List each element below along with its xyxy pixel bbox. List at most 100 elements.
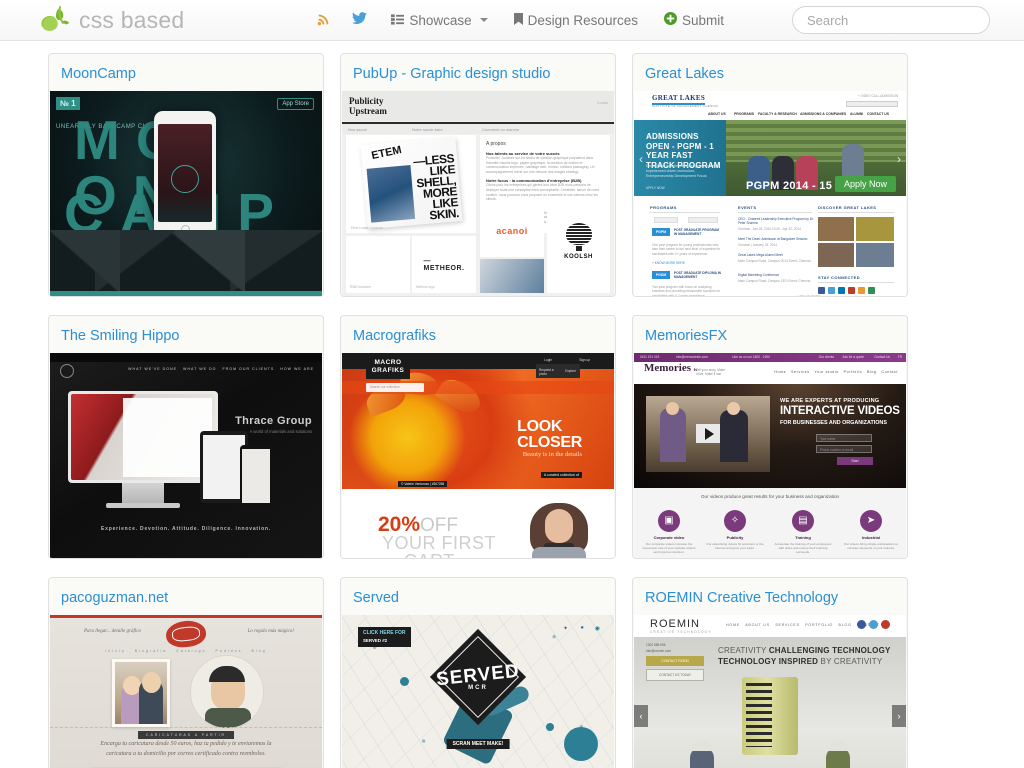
googleplus-icon: [881, 620, 890, 629]
man-hair: [209, 666, 245, 682]
linkedin-icon: [838, 287, 845, 294]
card-title-link[interactable]: PubUp - Graphic design studio: [341, 54, 615, 91]
balloon-basket-icon: [575, 246, 582, 251]
nav-submit[interactable]: Submit: [651, 0, 737, 41]
chevron-down-icon: [479, 18, 488, 22]
nav-showcase[interactable]: Showcase: [378, 0, 500, 41]
man-torso: [205, 708, 251, 728]
card-title-link[interactable]: MemoriesFX: [633, 316, 907, 353]
site-header: Publicity Upstream Contact: [342, 91, 614, 121]
card-thumbnail-pacoguzman[interactable]: Para llegar... detalle gráfico Lo regalo…: [50, 615, 322, 768]
hero-poster-tile: ETEM —LESS LIKE SHELL, MORE LIKE SKIN. E…: [346, 135, 476, 233]
content-columns: PROGRAMS PGPM POST GRADUATE PROGRAM IN M…: [634, 199, 906, 296]
nav-design-resources-label: Design Resources: [527, 12, 638, 28]
search-input[interactable]: [793, 7, 989, 33]
hero-contact-field: Phone number or email: [816, 445, 872, 453]
nav-item-1: PROGRAMS: [734, 112, 754, 116]
search-box: [792, 6, 990, 34]
nav-item-2: Your studio: [814, 370, 839, 374]
poster: ETEM —LESS LIKE SHELL, MORE LIKE SKIN.: [360, 137, 463, 229]
card-title-link[interactable]: MoonCamp: [49, 54, 323, 91]
topbar-phone: 0411 191 019: [640, 355, 660, 359]
card-thumbnail-macrografiks[interactable]: MACRO GRAFIKS Login Sign up Request a ph…: [342, 353, 614, 558]
adult-head: [142, 672, 161, 693]
site-header: Memories fx Tell your story, Make it liv…: [634, 362, 906, 384]
hero-l2b: BY CREATIVITY: [820, 657, 883, 666]
nav-item-4: ALUMNI: [850, 112, 864, 116]
presentation-icon: ▤: [792, 510, 814, 532]
site-nav: ABOUT US PROGRAMS FACULTY & RESEARCH ADM…: [634, 111, 906, 120]
metheor-logo: —METHEOR.: [423, 257, 465, 272]
youtube-icon: [848, 287, 855, 294]
logo-text: ROEMIN: [650, 618, 700, 630]
card-thumbnail-roemin[interactable]: ROEMIN CREATIVE TECHNOLOGY HOME ABOUT US…: [634, 615, 906, 768]
hero-banner: ADMISSIONS OPEN - PGPM - 1 YEAR FAST TRA…: [634, 120, 906, 196]
contact-button: CONTACT ROEM: [646, 656, 704, 666]
twitter-icon: [828, 287, 835, 294]
carousel-next-button[interactable]: ›: [892, 705, 906, 727]
hero-subtitle: Diverse and experienced peer group, Indu…: [646, 164, 719, 179]
topbar-contact: Contact Us: [874, 355, 890, 359]
twitter-link[interactable]: [341, 0, 378, 41]
nav-item-4: Blog: [251, 649, 267, 653]
hero-buttons: Request a photo Explore: [536, 364, 580, 378]
plus-circle-icon: [663, 12, 677, 28]
showcase-card: pacoguzman.net Para llegar... detalle gr…: [48, 577, 324, 768]
brand-subtitle: A world of materials and solutions: [249, 429, 312, 434]
card-title-link[interactable]: pacoguzman.net: [49, 578, 323, 615]
served-sub-wordmark: MCR: [468, 685, 488, 691]
caricature-photo-frame: [112, 659, 170, 727]
card-thumbnail-smilinghippo[interactable]: WHAT WE'VE DONE WHAT WE DO FROM OUR CLIE…: [50, 353, 322, 558]
teal-footer-bar: [50, 291, 322, 296]
character-left-helmet: [692, 740, 712, 751]
nav-design-resources[interactable]: Design Resources: [501, 0, 651, 41]
card-title-link[interactable]: The Smiling Hippo: [49, 316, 323, 353]
nav-submit-label: Submit: [681, 12, 724, 28]
card-title-link[interactable]: Great Lakes: [633, 54, 907, 91]
ink-blob: [400, 677, 409, 686]
logo-tagline: Tell your story, Make it live, Make it l…: [696, 368, 725, 376]
contact-email: info@roemin.com: [646, 649, 672, 653]
site-logo-icon: [164, 618, 208, 650]
brand-logo-link[interactable]: css based: [38, 5, 184, 35]
card-thumbnail-mooncamp[interactable]: № 1 App Store UNEARTHLY BASECAMP CLOSE M…: [50, 91, 322, 296]
hero-name-field: Your name: [816, 434, 872, 442]
rss-feed-link[interactable]: [306, 0, 341, 41]
character-right-helmet: [828, 740, 848, 751]
col1-chip-pgpm: PGPM: [652, 228, 670, 236]
card-thumbnail-served[interactable]: ✦ ● ◉ CLICK HERE FOR SERVED #2 SERVED MC…: [342, 615, 614, 768]
site-logo-sub: INSTITUTE OF MANAGEMENT CHENNAI: [652, 104, 719, 108]
promo-line3: CART: [404, 551, 455, 558]
topbar-lang: FR: [897, 355, 902, 359]
card-thumbnail-greatlakes[interactable]: GREAT LAKES INSTITUTE OF MANAGEMENT CHEN…: [634, 91, 906, 296]
showcase-card: PubUp - Graphic design studio Publicity …: [340, 53, 616, 297]
nav-item-5: CONTACT US: [867, 112, 889, 116]
carousel-prev-button[interactable]: ‹: [634, 705, 648, 727]
imac-stand: [122, 483, 164, 505]
col1-heading: PROGRAMS: [650, 205, 720, 213]
hero-l2a: TECHNOLOGY INSPIRED: [718, 657, 819, 666]
card-title-link[interactable]: Macrografiks: [341, 316, 615, 353]
explore-button: Explore: [565, 369, 576, 373]
feature-title: Publicity: [726, 535, 744, 540]
staircase-illustration: [746, 683, 772, 747]
logo-line1: Memories: [644, 362, 692, 374]
nav-item-3: PORTFOLIO: [805, 623, 834, 627]
site-nav: Home Services Your studio Portfolio Blog…: [774, 370, 898, 374]
col2-view-link: + VIEW EVENTS: [795, 295, 820, 296]
card-thumbnail-memoriesfx[interactable]: 0411 191 019 info@memoriesfx.com Like us…: [634, 353, 906, 558]
poster-brand: ETEM: [370, 144, 403, 163]
col2-item8: Main Campus Road, Campus CEO Event, Chen…: [738, 279, 811, 283]
nav-item-1: Services: [791, 370, 810, 374]
hero-line2: INTERACTIVE VIDEOS: [780, 405, 900, 417]
brand-text: css based: [79, 6, 185, 33]
twitter-icon: [869, 620, 878, 629]
card-title-link[interactable]: Served: [341, 578, 615, 615]
mountain-silhouette: [50, 230, 322, 292]
photo-credit: © Valerie Venturoso | #367268: [398, 481, 448, 487]
hero-headline: LOOK CLOSER: [517, 419, 582, 451]
card-title-link[interactable]: ROEMIN Creative Technology: [633, 578, 907, 615]
card-thumbnail-pubup[interactable]: Publicity Upstream Contact Nos savoir No…: [342, 91, 614, 296]
dashed-divider: [50, 727, 322, 728]
hero-line3: FOR BUSINESSES AND ORGANIZATIONS: [780, 420, 887, 426]
